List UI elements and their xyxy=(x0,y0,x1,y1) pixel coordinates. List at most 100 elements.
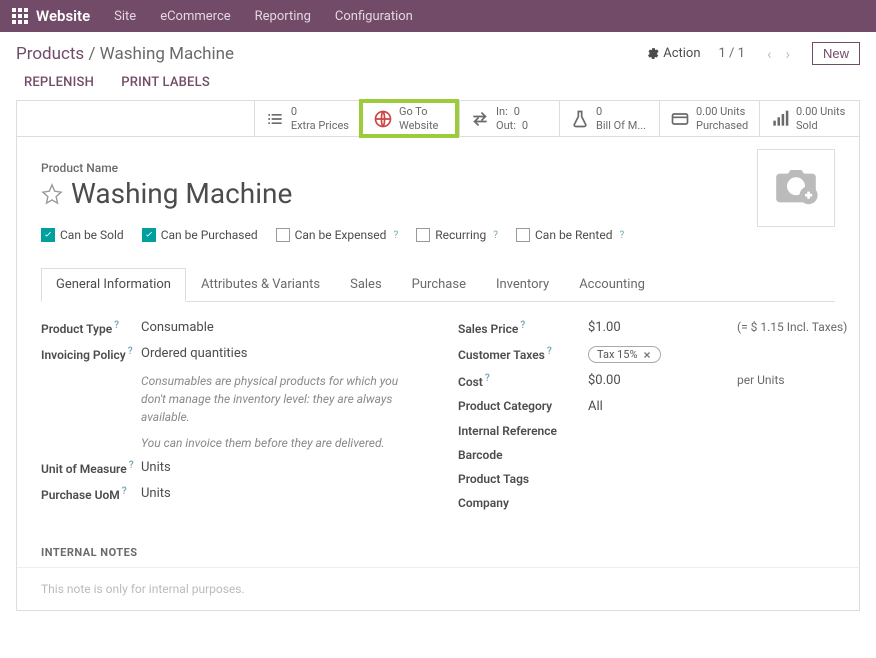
nav-ecommerce[interactable]: eCommerce xyxy=(160,9,230,24)
field-purchase-uom: Purchase UoM? Units xyxy=(41,486,418,502)
invoicing-policy-label: Invoicing Policy? xyxy=(41,346,141,362)
help-icon[interactable]: ? xyxy=(485,373,490,384)
help-icon[interactable]: ? xyxy=(114,320,119,331)
field-sales-price: Sales Price? $1.00 (= $ 1.15 Incl. Taxes… xyxy=(458,320,835,336)
stat-sold[interactable]: 0.00 UnitsSold xyxy=(759,101,859,136)
goto-website-line2: Website xyxy=(399,119,438,132)
stat-bom[interactable]: 0Bill Of M... xyxy=(559,101,659,136)
tab-general-information[interactable]: General Information xyxy=(41,268,186,302)
product-type-note: Consumables are physical products for wh… xyxy=(141,372,418,426)
bars-icon xyxy=(770,109,790,129)
pager-next[interactable]: › xyxy=(781,43,794,65)
sales-price-incl: (= $ 1.15 Incl. Taxes) xyxy=(737,320,847,334)
breadcrumb-separator: / xyxy=(88,44,99,64)
tags-label: Product Tags xyxy=(458,472,588,486)
tab-purchase[interactable]: Purchase xyxy=(397,268,481,301)
field-category: Product Category All xyxy=(458,399,835,414)
title-row: Washing Machine xyxy=(41,177,835,210)
bom-count: 0 xyxy=(596,105,646,118)
purchase-uom-value[interactable]: Units xyxy=(141,486,171,502)
field-product-type: Product Type? Consumable xyxy=(41,320,418,336)
left-column: Product Type? Consumable Invoicing Polic… xyxy=(41,320,418,520)
internal-notes-field[interactable]: This note is only for internal purposes. xyxy=(17,568,859,610)
cb-can-be-rented[interactable]: Can be Rented? xyxy=(516,228,624,242)
cb-can-be-sold[interactable]: Can be Sold xyxy=(41,228,124,242)
control-panel: Products / Washing Machine Action 1 / 1 … xyxy=(0,32,876,69)
sold-label: Sold xyxy=(796,119,845,132)
internal-notes-title: INTERNAL NOTES xyxy=(17,538,859,568)
tab-content: Product Type? Consumable Invoicing Polic… xyxy=(17,302,859,538)
field-tags: Product Tags xyxy=(458,472,835,486)
flask-icon xyxy=(570,109,590,129)
breadcrumb-current: Washing Machine xyxy=(100,44,234,64)
barcode-label: Barcode xyxy=(458,448,588,462)
app-brand[interactable]: Website xyxy=(36,7,90,25)
favorite-star-icon[interactable] xyxy=(41,183,63,205)
cb-can-be-expensed[interactable]: Can be Expensed? xyxy=(276,228,399,242)
purchased-count: 0.00 Units xyxy=(696,105,748,118)
top-navbar: Website Site eCommerce Reporting Configu… xyxy=(0,0,876,32)
cb-expensed-label: Can be Expensed xyxy=(295,228,387,242)
pager-prev[interactable]: ‹ xyxy=(763,43,776,65)
tab-attributes-variants[interactable]: Attributes & Variants xyxy=(186,268,335,301)
breadcrumb-parent[interactable]: Products xyxy=(16,44,84,64)
stat-purchased[interactable]: 0.00 UnitsPurchased xyxy=(659,101,759,136)
cost-value[interactable]: $0.00 xyxy=(588,373,621,389)
sold-count: 0.00 Units xyxy=(796,105,845,118)
remove-tag-icon[interactable] xyxy=(642,350,652,360)
help-icon[interactable]: ? xyxy=(520,320,525,331)
cb-recurring[interactable]: Recurring? xyxy=(416,228,498,242)
nav-reporting[interactable]: Reporting xyxy=(255,9,311,24)
field-customer-taxes: Customer Taxes? Tax 15% xyxy=(458,346,835,363)
tabs: General Information Attributes & Variant… xyxy=(41,268,835,302)
right-column: Sales Price? $1.00 (= $ 1.15 Incl. Taxes… xyxy=(458,320,835,520)
sub-actions: REPLENISH PRINT LABELS xyxy=(0,69,876,100)
stat-inout[interactable]: In:0 Out:0 xyxy=(459,101,559,136)
stat-goto-website[interactable]: Go ToWebsite xyxy=(359,99,459,138)
tab-inventory[interactable]: Inventory xyxy=(481,268,564,301)
help-icon[interactable]: ? xyxy=(122,486,127,497)
invoicing-note: You can invoice them before they are del… xyxy=(141,434,418,452)
field-cost: Cost? $0.00 per Units xyxy=(458,373,835,389)
cb-can-be-purchased[interactable]: Can be Purchased xyxy=(142,228,258,242)
controls-right: Action 1 / 1 ‹ › New xyxy=(646,42,860,65)
help-icon[interactable]: ? xyxy=(619,230,624,241)
check-icon xyxy=(144,230,154,240)
help-icon[interactable]: ? xyxy=(393,230,398,241)
apps-icon[interactable] xyxy=(12,8,28,24)
stat-extra-prices[interactable]: 0Extra Prices xyxy=(254,101,359,136)
stat-extra-prices-count: 0 xyxy=(291,105,349,118)
product-title[interactable]: Washing Machine xyxy=(71,177,292,210)
sales-price-value[interactable]: $1.00 xyxy=(588,320,621,336)
help-icon[interactable]: ? xyxy=(547,346,552,357)
tab-sales[interactable]: Sales xyxy=(335,268,397,301)
field-internal-ref: Internal Reference xyxy=(458,424,835,438)
category-value[interactable]: All xyxy=(588,399,603,414)
help-icon[interactable]: ? xyxy=(129,460,134,471)
card-icon xyxy=(670,109,690,129)
replenish-button[interactable]: REPLENISH xyxy=(24,75,94,90)
new-button[interactable]: New xyxy=(812,42,860,65)
out-label: Out: xyxy=(496,119,516,132)
print-labels-button[interactable]: PRINT LABELS xyxy=(121,75,210,90)
tab-accounting[interactable]: Accounting xyxy=(564,268,660,301)
tax-tag[interactable]: Tax 15% xyxy=(588,346,661,363)
product-name-label: Product Name xyxy=(41,161,835,175)
action-menu[interactable]: Action xyxy=(646,46,700,61)
gear-icon xyxy=(646,47,659,60)
cb-rented-label: Can be Rented xyxy=(535,228,612,242)
product-type-value[interactable]: Consumable xyxy=(141,320,214,336)
category-label: Product Category xyxy=(458,399,588,414)
invoicing-policy-value[interactable]: Ordered quantities xyxy=(141,346,247,362)
nav-site[interactable]: Site xyxy=(114,9,136,24)
help-icon[interactable]: ? xyxy=(128,346,133,357)
product-image-placeholder[interactable] xyxy=(757,149,835,227)
sales-price-label: Sales Price? xyxy=(458,320,588,336)
purchased-label: Purchased xyxy=(696,119,748,132)
field-barcode: Barcode xyxy=(458,448,835,462)
pager-arrows: ‹ › xyxy=(763,43,794,65)
help-icon[interactable]: ? xyxy=(493,230,498,241)
arrows-icon xyxy=(470,109,490,129)
nav-configuration[interactable]: Configuration xyxy=(335,9,413,24)
uom-value[interactable]: Units xyxy=(141,460,171,476)
